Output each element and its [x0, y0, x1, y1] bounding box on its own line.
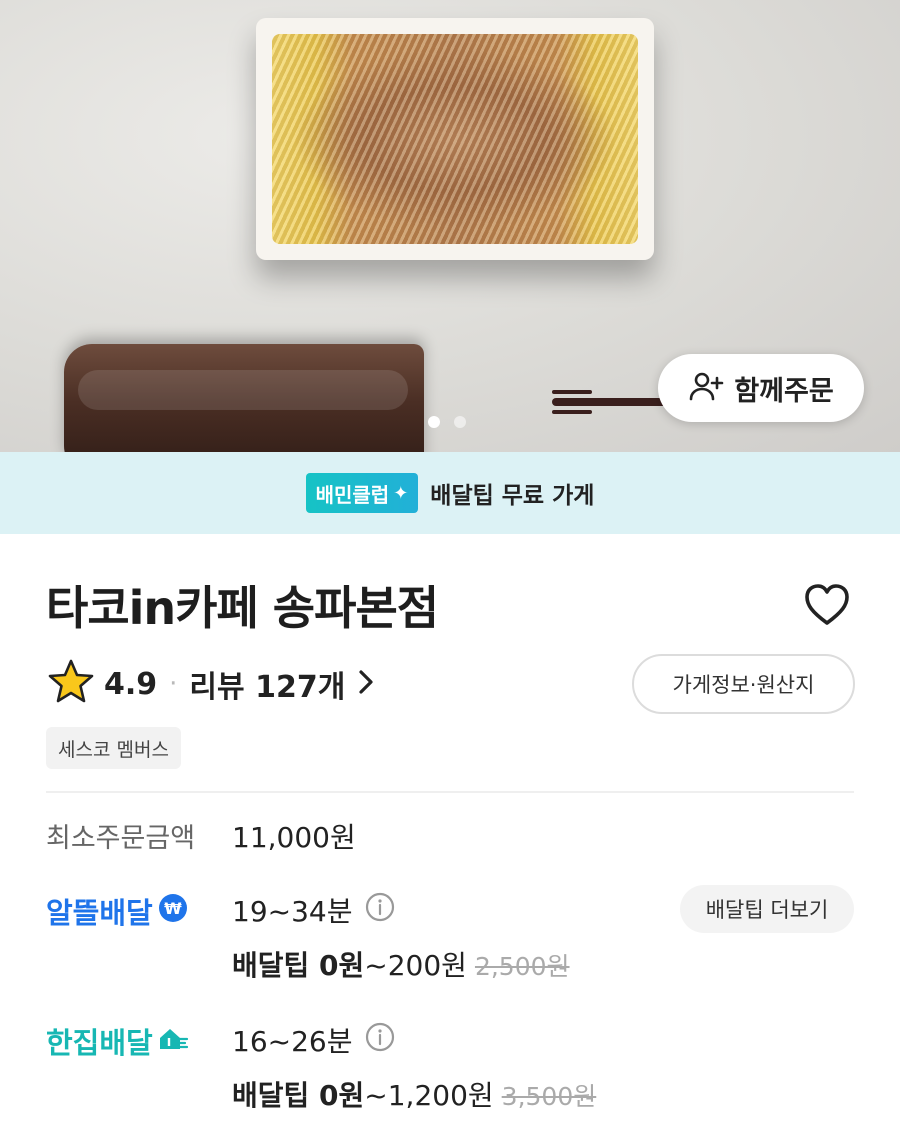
- group-order-button[interactable]: 함께주문: [658, 354, 864, 422]
- carousel-dot: [454, 416, 466, 428]
- chevron-right-icon: [355, 668, 377, 700]
- store-name: 타코in카페 송파본점: [46, 581, 439, 635]
- hanjib-delivery-brand: 한집배달: [46, 1020, 189, 1062]
- info-icon[interactable]: [364, 1021, 396, 1060]
- favorite-button[interactable]: [802, 580, 852, 630]
- albbae-fee-rest: ~200원: [364, 949, 467, 982]
- store-info-origin-button[interactable]: 가게정보·원산지: [632, 654, 855, 714]
- hero-image[interactable]: 함께주문: [0, 0, 900, 452]
- hanjib-fee-original: 3,500원: [501, 1082, 597, 1111]
- hanjib-brand-label: 한집배달: [46, 1026, 153, 1060]
- carousel-dot-active: [428, 416, 440, 428]
- hanjib-fee-bold: 배달팁 0원: [232, 1079, 365, 1112]
- min-order-label: 최소주문금액: [46, 823, 196, 854]
- fork-image: [552, 390, 672, 414]
- reviews-label: 리뷰 127개: [189, 670, 346, 705]
- albbae-fee-original: 2,500원: [474, 952, 570, 981]
- rating-row: 4.9 · 리뷰 127개: [46, 658, 377, 710]
- rating-value: 4.9: [104, 666, 158, 702]
- albbae-delivery-brand: 알뜰배달 ₩: [46, 890, 189, 932]
- club-banner-text: 배달팁 무료 가게: [430, 483, 595, 509]
- heart-icon: [802, 584, 852, 634]
- baemin-club-badge: 배민클럽 ✦: [305, 473, 419, 513]
- albbae-time-value: 19~34분: [232, 895, 353, 928]
- sparkle-icon: ✦: [393, 482, 409, 504]
- delivery-tip-more-button[interactable]: 배달팁 더보기: [680, 885, 854, 933]
- club-badge-label: 배민클럽: [315, 482, 390, 507]
- albbae-brand-label: 알뜰배달: [46, 896, 153, 930]
- hanjib-fee-rest: ~1,200원: [364, 1079, 494, 1112]
- rating-separator: ·: [169, 669, 178, 699]
- albbae-delivery-time: 19~34분: [232, 890, 396, 930]
- house-speed-icon: [157, 1022, 189, 1061]
- takoyaki-image: [272, 34, 638, 244]
- hanjib-delivery-fee: 배달팁 0원~1,200원 3,500원: [232, 1074, 596, 1114]
- cesco-members-tag: 세스코 멤버스: [46, 727, 181, 769]
- group-order-label: 함께주문: [734, 375, 834, 407]
- reviews-link[interactable]: 리뷰 127개: [189, 662, 377, 706]
- star-icon: [46, 657, 96, 711]
- won-coin-icon: ₩: [157, 892, 189, 931]
- hanjib-delivery-time: 16~26분: [232, 1020, 396, 1060]
- add-person-icon: [688, 368, 724, 408]
- albbae-fee-bold: 배달팁 0원: [232, 949, 365, 982]
- drink-can-image: [64, 344, 424, 452]
- carousel-indicator: [428, 416, 466, 428]
- min-order-value: 11,000원: [232, 821, 356, 854]
- albbae-delivery-fee: 배달팁 0원~200원 2,500원: [232, 944, 570, 984]
- info-icon[interactable]: [364, 891, 396, 930]
- hanjib-time-value: 16~26분: [232, 1025, 353, 1058]
- baemin-club-banner[interactable]: 배민클럽 ✦ 배달팁 무료 가게: [0, 452, 900, 534]
- svg-text:₩: ₩: [164, 899, 182, 918]
- divider: [46, 791, 854, 793]
